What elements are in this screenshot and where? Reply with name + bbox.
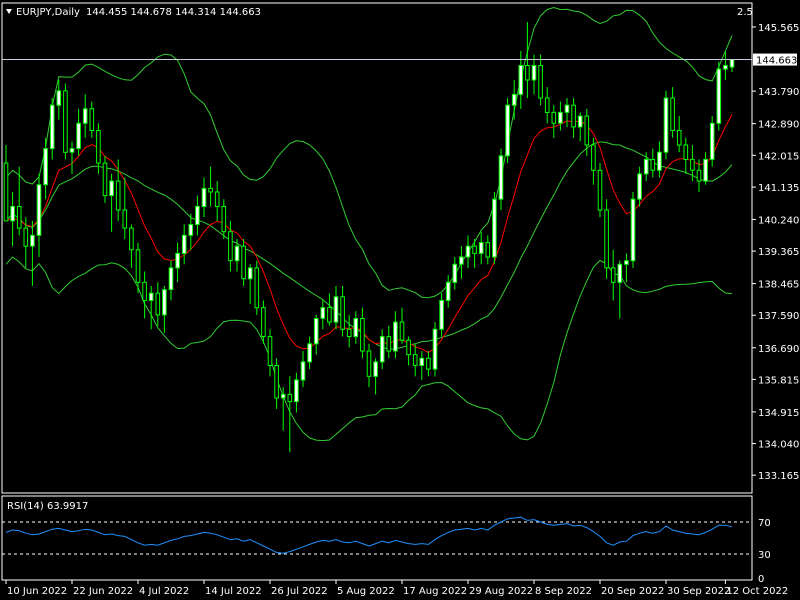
price-tick-label: 143.790	[758, 87, 799, 98]
candle	[597, 163, 603, 218]
date-tick-label: 26 Jul 2022	[271, 586, 328, 597]
price-axis: 145.565 144.663 143.790 142.890 142.015 141.1…	[752, 23, 799, 482]
candle	[709, 116, 715, 167]
trading-chart[interactable]: 145.565 144.663 143.790 142.890 142.015 141.1…	[0, 0, 800, 600]
candle	[492, 191, 497, 265]
price-tick-label: 133.165	[758, 471, 799, 482]
date-tick-label: 29 Aug 2022	[469, 586, 533, 597]
svg-text:144.663: 144.663	[756, 56, 797, 67]
date-tick-label: 5 Aug 2022	[337, 586, 395, 597]
rsi-tick-label: 70	[758, 518, 771, 529]
price-tick-label: 141.135	[758, 183, 799, 194]
price-tick-label: 134.915	[758, 408, 799, 419]
current-price-tag: 144.663	[753, 53, 797, 67]
date-tick-label: 14 Jul 2022	[205, 586, 262, 597]
price-tick-label: 136.690	[758, 344, 799, 355]
candle	[604, 199, 609, 279]
price-tick-label: 137.590	[758, 311, 799, 322]
price-tick-label: 145.565	[758, 23, 799, 34]
candle	[63, 83, 68, 160]
date-tick-label: 8 Sep 2022	[535, 586, 592, 597]
price-tick-label: 142.890	[758, 120, 799, 131]
ohlc-readout: 144.455 144.678 144.314 144.663	[86, 7, 261, 18]
rsi-tick-label: 30	[758, 550, 771, 561]
date-tick-label: 10 Jun 2022	[7, 586, 67, 597]
scale-factor: 2.5	[737, 7, 753, 18]
candle	[716, 61, 722, 131]
rsi-tick-label: 0	[758, 574, 764, 585]
chart-background	[0, 0, 800, 600]
price-tick-label: 142.015	[758, 151, 799, 162]
price-tick-label: 135.815	[758, 375, 799, 386]
price-tick-label: 139.365	[758, 247, 799, 258]
date-tick-label: 12 Oct 2022	[726, 586, 788, 597]
candle	[254, 260, 260, 315]
date-tick-label: 30 Sep 2022	[667, 586, 730, 597]
candle	[663, 90, 669, 160]
price-tick-label: 138.465	[758, 280, 799, 291]
rsi-label: RSI(14) 63.9917	[7, 501, 88, 512]
candle	[505, 97, 510, 164]
symbol-info: EURJPY,Daily	[16, 7, 80, 18]
date-tick-label: 22 Jun 2022	[73, 586, 133, 597]
candle	[432, 322, 438, 377]
date-tick-label: 17 Aug 2022	[403, 586, 467, 597]
candle	[630, 191, 636, 268]
date-tick-label: 4 Jul 2022	[139, 586, 189, 597]
price-tick-label: 140.240	[758, 215, 799, 226]
candle	[102, 155, 108, 203]
date-tick-label: 20 Sep 2022	[601, 586, 664, 597]
candle	[241, 238, 246, 286]
price-tick-label: 134.040	[758, 440, 799, 451]
